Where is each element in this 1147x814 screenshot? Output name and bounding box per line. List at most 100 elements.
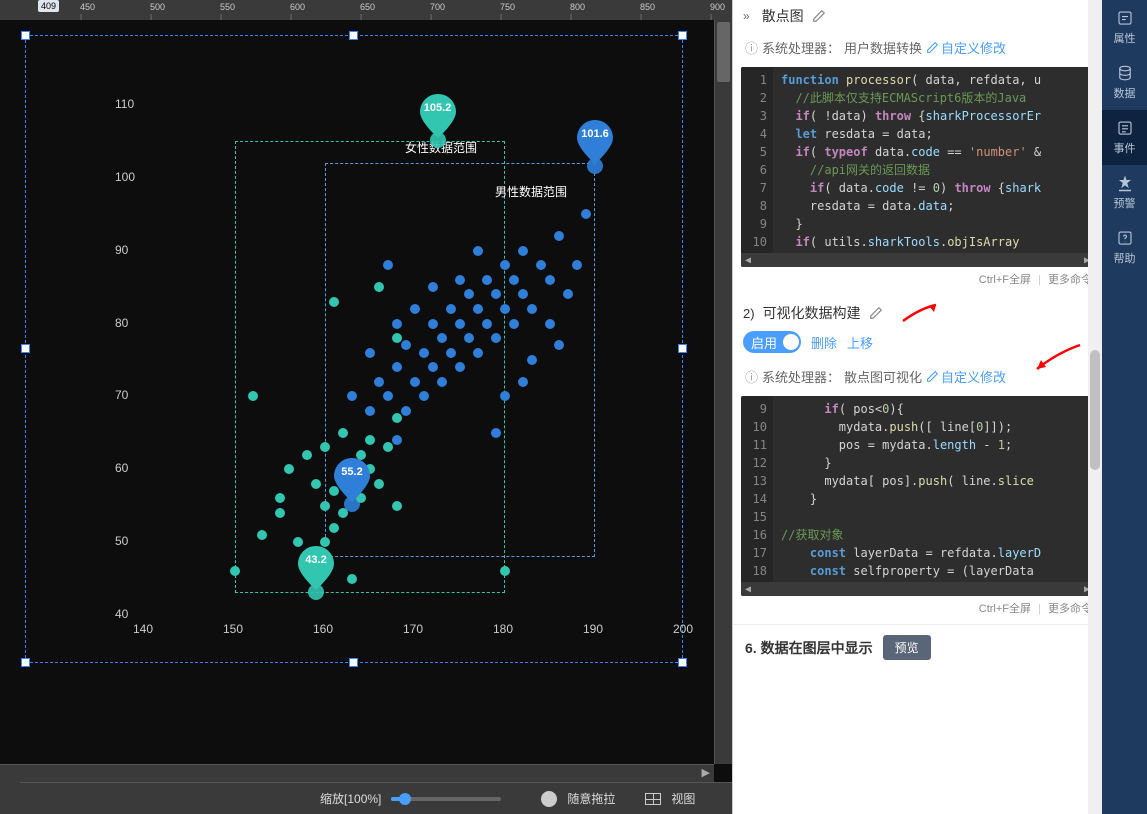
panel-header: » 散点图 (733, 0, 1102, 32)
panel-scrollbar-vertical[interactable] (1088, 0, 1102, 814)
value-marker: 105.2 (420, 94, 456, 138)
data-point (473, 348, 483, 358)
properties-panel: » 散点图 ⓘ 系统处理器： 用户数据转换 自定义修改 12345678910 … (732, 0, 1102, 814)
data-point (482, 275, 492, 285)
preview-button[interactable]: 预览 (883, 635, 931, 660)
data-point (338, 428, 348, 438)
range-label-1: 男性数据范围 (495, 183, 567, 200)
sidebar-tab-alert[interactable]: 预警 (1102, 165, 1147, 220)
canvas-scrollbar-horizontal[interactable]: ▶ (0, 764, 714, 782)
data-point (329, 297, 339, 307)
value-marker: 55.2 (334, 458, 370, 502)
canvas-area: 409 450500550600650700750800850900950 女性… (0, 0, 732, 814)
data-point (392, 501, 402, 511)
data-point (500, 566, 510, 576)
sidebar-tab-data[interactable]: 数据 (1102, 55, 1147, 110)
data-point (446, 348, 456, 358)
data-point (455, 275, 465, 285)
moveup-link[interactable]: 上移 (847, 333, 873, 352)
x-tick-label: 180 (493, 622, 513, 636)
data-point (509, 319, 519, 329)
resize-handle-ne[interactable] (678, 31, 687, 40)
grid-icon[interactable] (645, 793, 661, 805)
processor-row-1: ⓘ 系统处理器： 用户数据转换 自定义修改 (733, 32, 1102, 63)
scroll-left-icon[interactable]: ◀ (745, 584, 751, 595)
y-tick-label: 100 (115, 170, 135, 184)
x-tick-label: 190 (583, 622, 603, 636)
ruler-horizontal: 409 450500550600650700750800850900950 (0, 0, 732, 20)
resize-handle-nw[interactable] (21, 31, 30, 40)
enable-toggle[interactable]: 启用 (743, 331, 801, 353)
data-point (392, 319, 402, 329)
value-marker: 101.6 (577, 120, 613, 164)
data-point (338, 508, 348, 518)
section-2-header: 2) 可视化数据构建 (733, 295, 1102, 327)
more-commands-link[interactable]: 更多命令 (1048, 274, 1092, 286)
data-point (527, 355, 537, 365)
data-point (302, 450, 312, 460)
data-point (455, 319, 465, 329)
data-point (518, 377, 528, 387)
fullscreen-link[interactable]: Ctrl+F全屏 (979, 603, 1031, 615)
code-footer-1: Ctrl+F全屏 | 更多命令 (733, 269, 1102, 295)
scatter-chart[interactable]: 女性数据范围男性数据范围105.243.2101.655.2 405060708… (40, 50, 700, 670)
x-tick-label: 200 (673, 622, 693, 636)
sidebar-tab-properties[interactable]: 属性 (1102, 0, 1147, 55)
data-point (491, 428, 501, 438)
x-tick-label: 140 (133, 622, 153, 636)
data-point (329, 523, 339, 533)
resize-handle-sw[interactable] (21, 658, 30, 667)
custom-edit-link-2[interactable]: 自定义修改 (926, 367, 1006, 386)
data-point (482, 319, 492, 329)
data-point (473, 246, 483, 256)
custom-edit-link-1[interactable]: 自定义修改 (926, 38, 1006, 57)
x-tick-label: 170 (403, 622, 423, 636)
scroll-left-icon[interactable]: ◀ (745, 255, 751, 266)
bottom-toolbar: 机 缩放[100%] 随意拖拉 视图 (0, 782, 732, 814)
resize-handle-n[interactable] (349, 31, 358, 40)
y-tick-label: 50 (115, 534, 128, 548)
y-tick-label: 60 (115, 461, 128, 475)
delete-link[interactable]: 删除 (811, 333, 837, 352)
panel-title: 散点图 (762, 6, 804, 26)
data-point (365, 406, 375, 416)
arrow-annotation-icon (1032, 343, 1082, 373)
processor-row-2: ⓘ 系统处理器： 散点图可视化 自定义修改 (733, 361, 1102, 392)
zoom-slider[interactable] (391, 797, 501, 801)
data-point (527, 304, 537, 314)
data-point (509, 275, 519, 285)
more-commands-link[interactable]: 更多命令 (1048, 603, 1092, 615)
collapse-icon[interactable]: » (743, 9, 750, 23)
data-point (419, 348, 429, 358)
x-tick-label: 160 (313, 622, 333, 636)
sidebar-tab-help[interactable]: 帮助 (1102, 220, 1147, 275)
data-point (401, 406, 411, 416)
data-point (347, 574, 357, 584)
data-point (365, 348, 375, 358)
data-point (500, 304, 510, 314)
drag-label: 随意拖拉 (567, 790, 615, 807)
edit-icon[interactable] (869, 306, 883, 320)
data-point (311, 479, 321, 489)
data-point (410, 304, 420, 314)
data-point (428, 319, 438, 329)
sidebar-tab-events[interactable]: 事件 (1102, 110, 1147, 165)
canvas-viewport[interactable]: 女性数据范围男性数据范围105.243.2101.655.2 405060708… (0, 20, 732, 782)
y-tick-label: 40 (115, 607, 128, 621)
code-editor-2[interactable]: 9101112131415161718 if( pos<0){ mydata.p… (741, 396, 1094, 596)
info-icon: ⓘ (745, 367, 758, 386)
y-tick-label: 110 (115, 97, 134, 111)
edit-icon[interactable] (812, 9, 826, 23)
data-point (374, 377, 384, 387)
canvas-scrollbar-vertical[interactable] (714, 20, 732, 764)
data-point (437, 377, 447, 387)
data-point (545, 319, 555, 329)
data-point (473, 304, 483, 314)
resize-handle-w[interactable] (21, 344, 30, 353)
drag-toggle[interactable] (541, 791, 557, 807)
zoom-label: 缩放[100%] (320, 790, 381, 807)
right-sidebar: 属性数据事件预警帮助 (1102, 0, 1147, 814)
data-point (446, 304, 456, 314)
code-editor-1[interactable]: 12345678910 function processor( data, re… (741, 67, 1094, 267)
fullscreen-link[interactable]: Ctrl+F全屏 (979, 274, 1031, 286)
